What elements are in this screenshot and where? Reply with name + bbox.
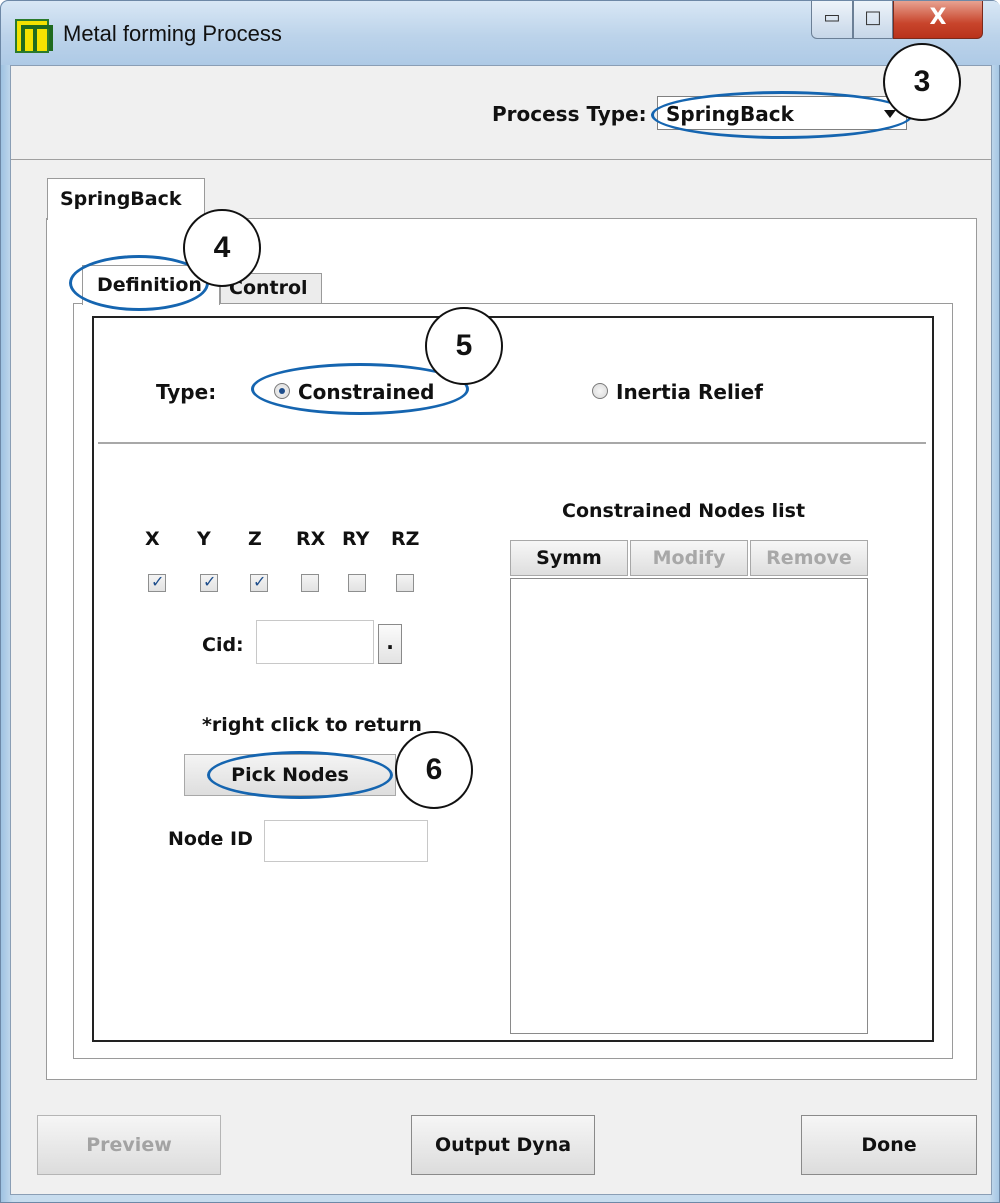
cid-input[interactable] — [256, 620, 374, 664]
dropdown-arrow-icon[interactable] — [884, 110, 896, 118]
constrained-nodes-list[interactable] — [510, 578, 868, 1034]
process-type-panel: Process Type: SpringBack — [11, 66, 991, 160]
pick-nodes-button[interactable]: Pick Nodes — [184, 754, 396, 796]
dof-label-rz: RZ — [391, 528, 420, 550]
dof-label-x: X — [145, 528, 160, 550]
constrained-radio[interactable] — [274, 383, 290, 399]
process-type-select[interactable]: SpringBack — [657, 96, 907, 130]
constrained-radio-label[interactable]: Constrained — [298, 380, 434, 404]
annotation-number-5: 5 — [425, 307, 503, 385]
definition-form: Type: Constrained Inertia Relief X Y Z R… — [92, 316, 934, 1042]
dof-label-rx: RX — [296, 528, 326, 550]
dof-label-z: Z — [248, 528, 262, 550]
springback-panel: Definition Control Type: Constrained Ine… — [46, 218, 977, 1080]
close-button[interactable]: X — [893, 1, 983, 39]
checkbox-z[interactable] — [250, 572, 268, 592]
annotation-number-3: 3 — [883, 43, 961, 121]
tab-springback[interactable]: SpringBack — [47, 178, 205, 220]
client-area: Process Type: SpringBack SpringBack Defi… — [10, 65, 992, 1195]
remove-button[interactable]: Remove — [750, 540, 868, 576]
checkbox-y[interactable] — [200, 572, 218, 592]
definition-panel: Type: Constrained Inertia Relief X Y Z R… — [73, 303, 953, 1059]
maximize-button[interactable]: □ — [853, 1, 893, 39]
annotation-number-6: 6 — [395, 731, 473, 809]
constrained-nodes-title: Constrained Nodes list — [562, 500, 806, 522]
checkbox-ry[interactable] — [348, 574, 366, 592]
process-type-value: SpringBack — [666, 102, 794, 126]
window-title: Metal forming Process — [63, 21, 282, 46]
checkbox-rx[interactable] — [301, 574, 319, 592]
title-bar[interactable]: Metal forming Process ▭ □ X — [1, 1, 1000, 65]
output-dyna-button[interactable]: Output Dyna — [411, 1115, 595, 1175]
cid-label: Cid: — [202, 634, 244, 656]
annotation-number-4: 4 — [183, 209, 261, 287]
symm-button[interactable]: Symm — [510, 540, 628, 576]
app-window: Metal forming Process ▭ □ X Process Type… — [0, 0, 1000, 1203]
type-label: Type: — [156, 380, 217, 404]
lst-logo-icon — [15, 19, 53, 53]
inertia-relief-radio-label[interactable]: Inertia Relief — [616, 380, 763, 404]
done-button[interactable]: Done — [801, 1115, 977, 1175]
cid-browse-button[interactable]: . — [378, 624, 402, 664]
preview-button[interactable]: Preview — [37, 1115, 221, 1175]
right-click-hint: *right click to return — [202, 714, 422, 736]
dof-label-y: Y — [197, 528, 211, 550]
separator — [98, 442, 926, 445]
modify-button[interactable]: Modify — [630, 540, 748, 576]
process-type-label: Process Type: — [492, 102, 647, 126]
dof-label-ry: RY — [342, 528, 370, 550]
checkbox-rz[interactable] — [396, 574, 414, 592]
node-id-label: Node ID — [168, 828, 253, 850]
node-id-input[interactable] — [264, 820, 428, 862]
checkbox-x[interactable] — [148, 572, 166, 592]
inertia-relief-radio[interactable] — [592, 383, 608, 399]
minimize-button[interactable]: ▭ — [811, 1, 853, 39]
